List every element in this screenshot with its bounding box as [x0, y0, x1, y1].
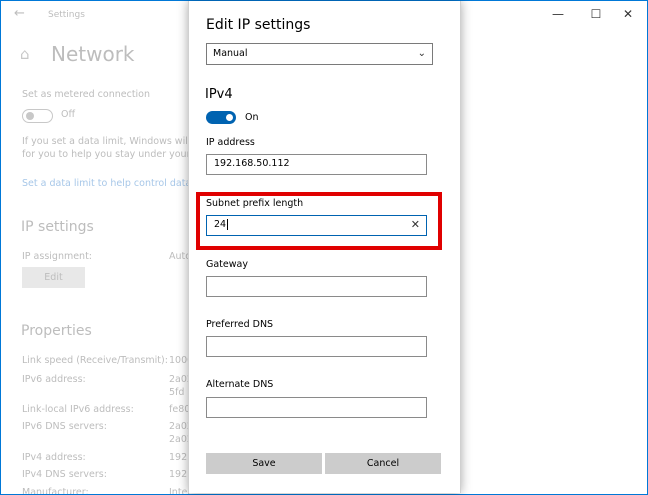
ipv4-toggle-state: On [245, 112, 259, 123]
alternate-dns-input[interactable] [206, 397, 427, 418]
maximize-button[interactable]: ☐ [586, 7, 606, 21]
dialog-title: Edit IP settings [206, 17, 311, 33]
preferred-dns-label: Preferred DNS [206, 319, 274, 330]
minimize-button[interactable]: — [548, 7, 568, 21]
chevron-down-icon: ⌄ [417, 48, 426, 59]
edit-button[interactable]: Edit [22, 267, 85, 288]
page-title: Network [51, 42, 135, 66]
home-icon[interactable]: ⌂ [20, 45, 30, 63]
highlight-box [196, 192, 442, 250]
close-button[interactable]: ✕ [618, 7, 638, 21]
cancel-button[interactable]: Cancel [325, 453, 441, 474]
property-value: 192. [169, 469, 191, 480]
property-value: Intel [169, 487, 191, 495]
ipv4-heading: IPv4 [205, 87, 233, 102]
data-limit-link[interactable]: Set a data limit to help control data us… [22, 178, 211, 189]
ip-address-input[interactable]: 192.168.50.112 [206, 154, 427, 175]
preferred-dns-input[interactable] [206, 336, 427, 357]
window-title: Settings [48, 10, 85, 20]
property-value: 192. [169, 452, 191, 463]
toggle-knob [226, 114, 233, 121]
ip-assignment-label: IP assignment: [22, 251, 93, 262]
save-button[interactable]: Save [206, 453, 322, 474]
ip-address-label: IP address [206, 137, 255, 148]
properties-heading: Properties [21, 323, 92, 339]
metered-toggle[interactable] [22, 109, 53, 123]
property-label: Link-local IPv6 address: [22, 404, 134, 415]
data-limit-text-1: If you set a data limit, Windows will se… [22, 136, 209, 147]
back-arrow-icon[interactable]: ← [14, 6, 25, 21]
gateway-label: Gateway [206, 259, 248, 270]
ip-settings-heading: IP settings [21, 219, 94, 235]
data-limit-text-2: for you to help you stay under your limi [22, 149, 211, 160]
gateway-input[interactable] [206, 276, 427, 297]
toggle-knob [26, 112, 34, 120]
alternate-dns-label: Alternate DNS [206, 379, 274, 390]
property-label: IPv6 DNS servers: [22, 421, 107, 432]
property-label: IPv4 address: [22, 452, 86, 463]
property-value: 5fd [169, 387, 185, 398]
metered-state: Off [61, 109, 76, 120]
ip-mode-value: Manual [213, 48, 248, 59]
ipv4-toggle[interactable] [206, 111, 236, 124]
metered-label: Set as metered connection [22, 89, 151, 100]
property-label: IPv4 DNS servers: [22, 469, 107, 480]
ip-address-value: 192.168.50.112 [214, 158, 290, 169]
property-label: Link speed (Receive/Transmit): [22, 355, 168, 366]
property-label: IPv6 address: [22, 374, 86, 385]
ip-mode-select[interactable]: Manual ⌄ [206, 43, 433, 65]
property-label: Manufacturer: [22, 487, 89, 495]
